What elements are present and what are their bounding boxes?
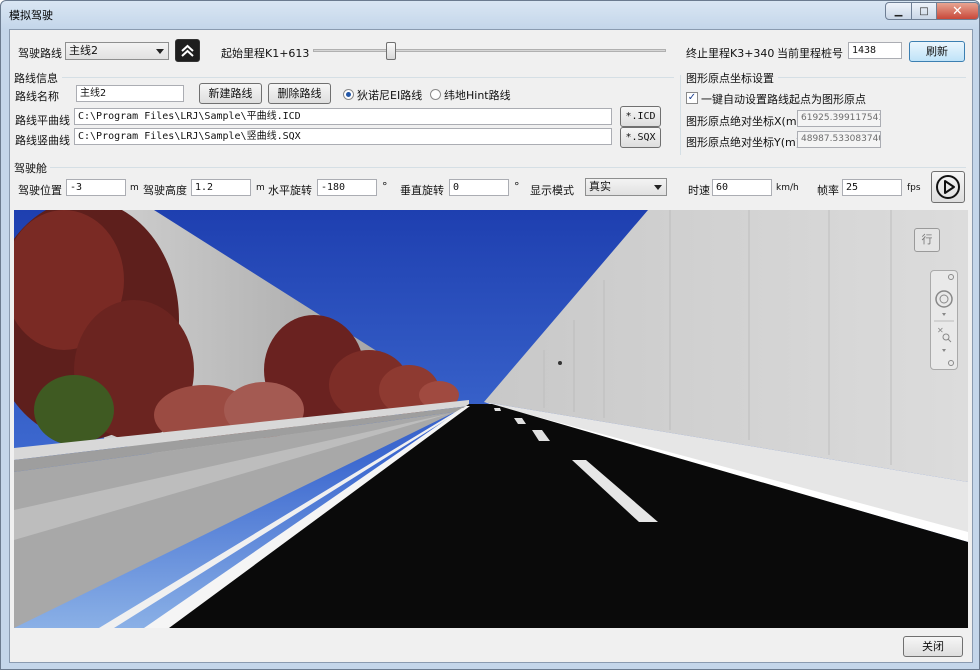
- maximize-button[interactable]: □: [911, 2, 937, 20]
- new-route-button[interactable]: 新建路线: [199, 83, 262, 104]
- route-select-value: 主线2: [69, 44, 98, 57]
- collapse-button[interactable]: [175, 39, 200, 62]
- close-window-button[interactable]: ✕: [936, 2, 979, 20]
- radio-dinuoni[interactable]: [343, 89, 354, 100]
- frame-rate-unit: fps: [907, 183, 921, 193]
- refresh-button[interactable]: 刷新: [909, 41, 965, 62]
- orbit-zoom-icon: ✕: [934, 274, 954, 366]
- client-area: 驾驶路线 主线2 起始里程K1+613 终止里程K3+340 当前里程桩号 14…: [9, 29, 973, 663]
- driving-height-input[interactable]: 1.2: [191, 179, 251, 196]
- delete-route-button[interactable]: 删除路线: [268, 83, 331, 104]
- profile-curve-path-input[interactable]: C:\Program Files\LRJ\Sample\竖曲线.SQX: [74, 128, 612, 145]
- checkmark-icon: ✓: [687, 92, 697, 103]
- route-name-input[interactable]: 主线2: [76, 85, 184, 102]
- radio-weidi-label: 纬地Hint路线: [444, 89, 511, 102]
- horizontal-rotation-input[interactable]: -180: [317, 179, 377, 196]
- horizontal-rotation-label: 水平旋转: [268, 184, 312, 197]
- play-button[interactable]: [931, 171, 965, 203]
- auto-origin-checkbox[interactable]: ✓: [686, 92, 698, 104]
- minimize-button[interactable]: ▁: [885, 2, 912, 20]
- route-select[interactable]: 主线2: [65, 42, 169, 60]
- route-label: 驾驶路线: [18, 47, 62, 60]
- start-mileage-label: 起始里程K1+613: [221, 47, 310, 60]
- maximize-icon: □: [919, 5, 929, 17]
- radio-dinuoni-label: 狄诺尼EI路线: [357, 89, 423, 102]
- auto-origin-label: 一键自动设置路线起点为图形原点: [701, 93, 866, 106]
- horizontal-rotation-unit: °: [382, 180, 388, 193]
- end-mileage-label: 终止里程K3+340: [686, 47, 775, 60]
- walk-mode-label: 行: [921, 233, 933, 246]
- browse-icd-button[interactable]: *.ICD: [620, 106, 661, 127]
- vertical-rotation-label: 垂直旋转: [400, 184, 444, 197]
- plan-curve-label: 路线平曲线: [15, 114, 70, 127]
- minimize-icon: ▁: [894, 5, 903, 17]
- walk-mode-button[interactable]: 行: [914, 228, 940, 252]
- title-bar: 模拟驾驶 ▁ □ ✕: [1, 1, 979, 29]
- cockpit-divider: [50, 167, 966, 168]
- display-mode-label: 显示模式: [530, 184, 574, 197]
- profile-curve-label: 路线竖曲线: [15, 134, 70, 147]
- simulated-driving-window: 模拟驾驶 ▁ □ ✕ 驾驶路线 主线2 起始里程K1+613 终止里程K3+34…: [0, 0, 980, 670]
- browse-sqx-button[interactable]: *.SQX: [620, 127, 661, 148]
- svg-text:✕: ✕: [937, 326, 944, 335]
- driving-height-unit: m: [256, 183, 265, 193]
- speed-label: 时速: [688, 184, 710, 197]
- double-chevron-up-icon: [181, 44, 194, 57]
- driving-position-label: 驾驶位置: [18, 184, 62, 197]
- origin-group-title: 图形原点坐标设置: [686, 72, 774, 85]
- frame-rate-label: 帧率: [817, 184, 839, 197]
- route-info-group-title: 路线信息: [14, 72, 58, 85]
- vertical-rotation-unit: °: [514, 180, 520, 193]
- window-title: 模拟驾驶: [9, 9, 53, 22]
- close-icon: ✕: [952, 3, 963, 19]
- driving-position-unit: m: [130, 183, 139, 193]
- origin-x-label: 图形原点绝对坐标X(m): [686, 115, 801, 128]
- speed-unit: km/h: [776, 183, 799, 193]
- route-info-divider: [62, 77, 674, 78]
- radio-weidi[interactable]: [430, 89, 441, 100]
- chevron-down-icon: [156, 49, 164, 54]
- origin-x-input[interactable]: 61925.399117541: [797, 110, 881, 127]
- driving-position-input[interactable]: -3: [66, 179, 126, 196]
- current-station-input[interactable]: 1438: [848, 42, 902, 59]
- close-button[interactable]: 关闭: [903, 636, 963, 657]
- origin-group-divider: [680, 75, 681, 155]
- 3d-viewport[interactable]: 行 ✕: [14, 210, 968, 628]
- display-mode-value: 真实: [589, 180, 611, 193]
- frame-rate-input[interactable]: 25: [842, 179, 902, 196]
- navigation-control[interactable]: ✕: [930, 270, 958, 370]
- driving-height-label: 驾驶高度: [143, 184, 187, 197]
- origin-y-label: 图形原点绝对坐标Y(m): [686, 136, 801, 149]
- cockpit-group-title: 驾驶舱: [14, 162, 47, 175]
- speed-input[interactable]: 60: [712, 179, 772, 196]
- play-icon: [936, 175, 960, 199]
- origin-divider: [778, 77, 966, 78]
- slider-thumb[interactable]: [386, 42, 397, 60]
- start-mileage-slider[interactable]: [313, 42, 666, 60]
- road-scene: [14, 210, 968, 628]
- origin-y-input[interactable]: 48987.533083740: [797, 131, 881, 148]
- plan-curve-path-input[interactable]: C:\Program Files\LRJ\Sample\平曲线.ICD: [74, 108, 612, 125]
- chevron-down-icon: [654, 185, 662, 190]
- vertical-rotation-input[interactable]: 0: [449, 179, 509, 196]
- current-station-label: 当前里程桩号: [777, 47, 843, 60]
- route-name-label: 路线名称: [15, 90, 59, 103]
- display-mode-select[interactable]: 真实: [585, 178, 667, 196]
